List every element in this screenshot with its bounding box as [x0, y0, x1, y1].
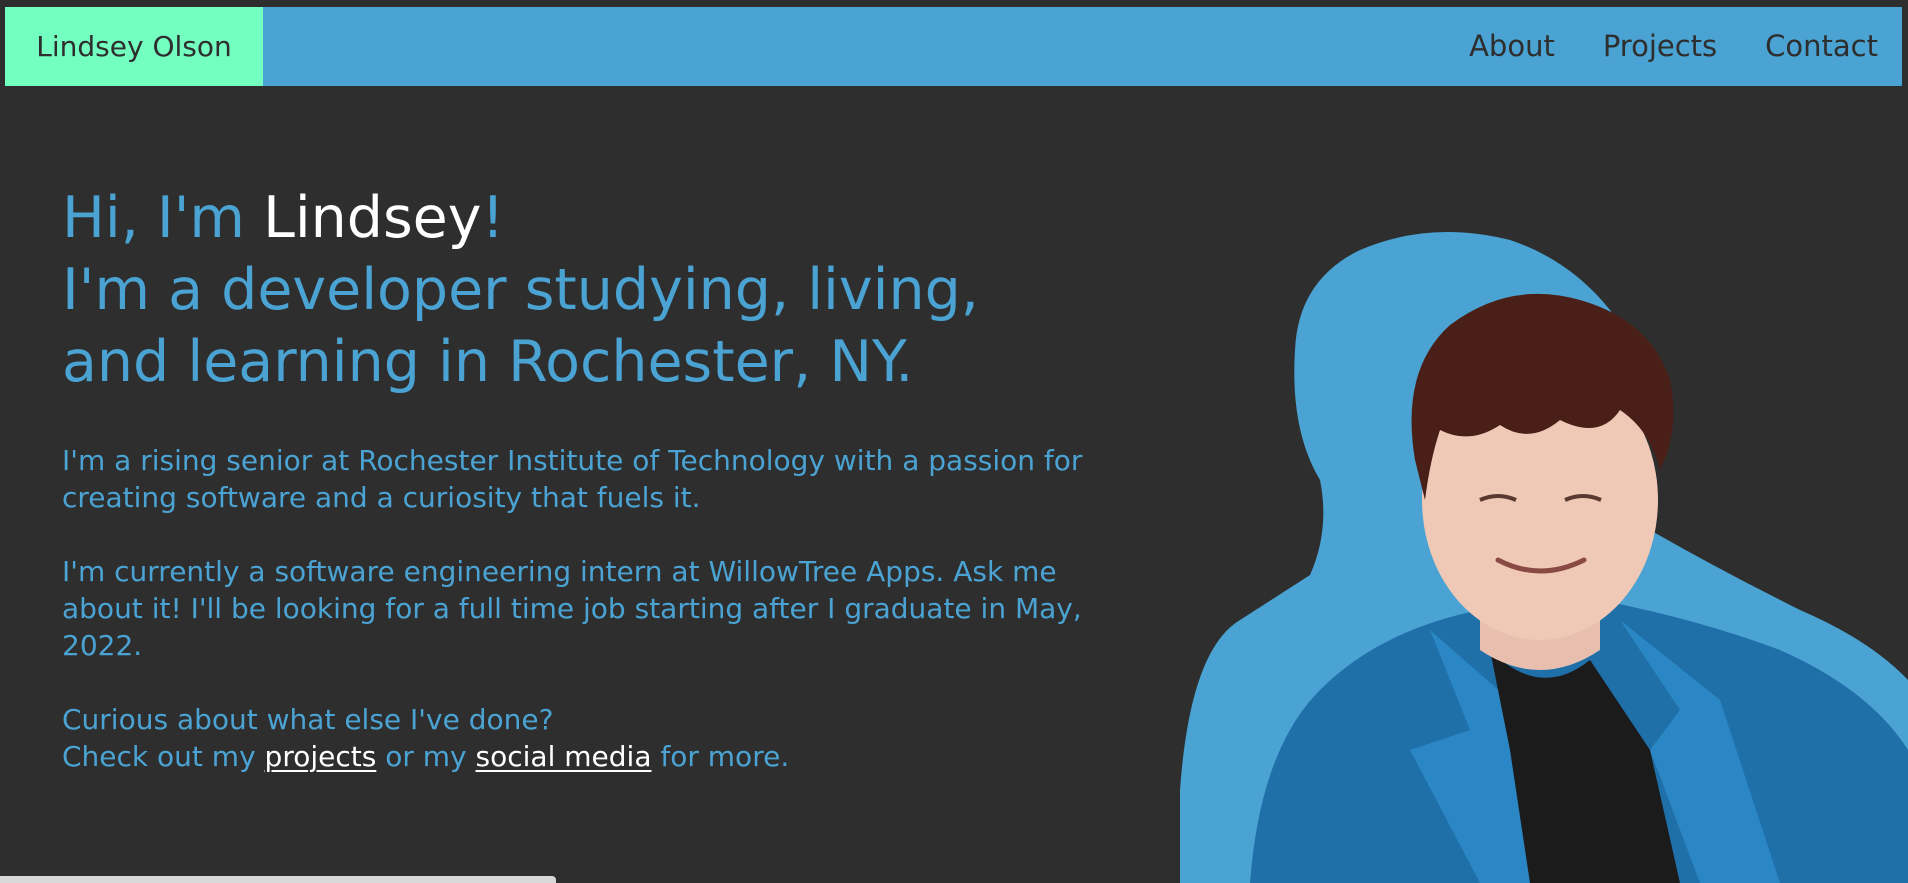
top-navbar: Lindsey Olson About Projects Contact: [5, 7, 1902, 86]
greeting-name: Lindsey: [263, 185, 482, 251]
horizontal-scrollbar-thumb[interactable]: [0, 876, 556, 883]
intro-paragraph-internship: I'm currently a software engineering int…: [62, 555, 1082, 662]
headline-line-2: and learning in Rochester, NY.: [62, 329, 914, 395]
nav-link-about[interactable]: About: [1445, 7, 1579, 86]
nav-links: About Projects Contact: [1445, 7, 1902, 86]
profile-portrait: [1180, 232, 1908, 883]
nav-link-projects[interactable]: Projects: [1579, 7, 1741, 86]
nav-link-contact[interactable]: Contact: [1741, 7, 1878, 86]
headline-line-1: I'm a developer studying, living,: [62, 257, 979, 323]
check-middle: or my: [376, 740, 476, 773]
projects-link[interactable]: projects: [265, 740, 377, 773]
check-prefix: Check out my: [62, 740, 265, 773]
intro-paragraph-education: I'm a rising senior at Rochester Institu…: [62, 444, 1083, 514]
greeting-suffix: !: [481, 185, 505, 251]
intro-text: I'm a rising senior at Rochester Institu…: [62, 442, 1102, 775]
social-media-link[interactable]: social media: [476, 740, 652, 773]
check-suffix: for more.: [651, 740, 790, 773]
brand-home-link[interactable]: Lindsey Olson: [5, 7, 263, 86]
hero-content: Hi, I'm Lindsey! I'm a developer studyin…: [62, 182, 1102, 775]
curious-line: Curious about what else I've done?: [62, 703, 554, 736]
hero-headline: Hi, I'm Lindsey! I'm a developer studyin…: [62, 182, 1102, 398]
greeting-prefix: Hi, I'm: [62, 185, 264, 251]
intro-paragraph-more: Curious about what else I've done? Check…: [62, 701, 1102, 775]
